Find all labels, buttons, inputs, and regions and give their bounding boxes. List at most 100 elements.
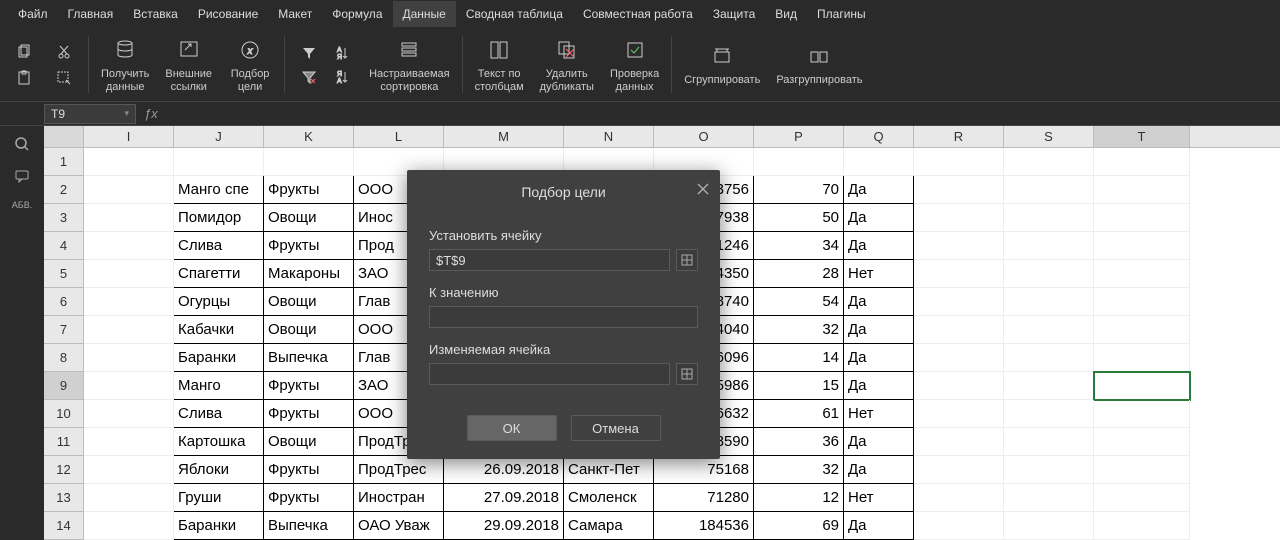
cell[interactable]: Яблоки xyxy=(174,456,264,484)
menu-данные[interactable]: Данные xyxy=(393,1,456,27)
cell[interactable] xyxy=(1004,288,1094,316)
goal-seek-button[interactable]: x Подбор цели xyxy=(220,28,280,101)
cell[interactable] xyxy=(914,148,1004,176)
filter-icon[interactable] xyxy=(295,43,323,63)
range-select-icon[interactable] xyxy=(676,363,698,385)
cell[interactable] xyxy=(264,148,354,176)
cell[interactable] xyxy=(914,512,1004,540)
cell[interactable]: Баранки xyxy=(174,344,264,372)
cell[interactable] xyxy=(754,148,844,176)
cell[interactable] xyxy=(84,512,174,540)
to-value-input[interactable] xyxy=(429,306,698,328)
cell[interactable]: 29.09.2018 xyxy=(444,512,564,540)
cell[interactable]: Слива xyxy=(174,232,264,260)
set-cell-input[interactable] xyxy=(429,249,670,271)
menu-совместная работа[interactable]: Совместная работа xyxy=(573,1,703,27)
column-header[interactable]: T xyxy=(1094,126,1190,147)
cell[interactable] xyxy=(1004,176,1094,204)
cell[interactable] xyxy=(84,232,174,260)
column-header[interactable]: K xyxy=(264,126,354,147)
cancel-button[interactable]: Отмена xyxy=(571,415,661,441)
cell[interactable] xyxy=(1094,372,1190,400)
row-header[interactable]: 6 xyxy=(44,288,84,316)
cell[interactable]: Да xyxy=(844,204,914,232)
cell[interactable]: Выпечка xyxy=(264,512,354,540)
row-header[interactable]: 14 xyxy=(44,512,84,540)
cell[interactable] xyxy=(84,484,174,512)
cell[interactable]: Овощи xyxy=(264,316,354,344)
range-select-icon[interactable] xyxy=(676,249,698,271)
changing-cell-input[interactable] xyxy=(429,363,670,385)
ok-button[interactable]: ОК xyxy=(467,415,557,441)
cell[interactable]: Фрукты xyxy=(264,232,354,260)
cell[interactable] xyxy=(84,288,174,316)
cell[interactable]: Фрукты xyxy=(264,372,354,400)
cell[interactable] xyxy=(84,400,174,428)
column-header[interactable]: L xyxy=(354,126,444,147)
cell[interactable]: Овощи xyxy=(264,428,354,456)
cell[interactable]: 36 xyxy=(754,428,844,456)
cell[interactable] xyxy=(1004,316,1094,344)
cell[interactable]: Манго xyxy=(174,372,264,400)
cell[interactable]: Спагетти xyxy=(174,260,264,288)
data-validation-button[interactable]: Проверка данных xyxy=(602,28,667,101)
cell[interactable] xyxy=(914,428,1004,456)
cell[interactable] xyxy=(1094,456,1190,484)
cell[interactable]: ОАО Уваж xyxy=(354,512,444,540)
cell[interactable] xyxy=(1094,428,1190,456)
spellcheck-icon[interactable]: АБВ. xyxy=(12,200,32,210)
cell[interactable] xyxy=(1004,428,1094,456)
cell[interactable]: 32 xyxy=(754,316,844,344)
menu-главная[interactable]: Главная xyxy=(58,1,124,27)
cell[interactable] xyxy=(1094,344,1190,372)
column-header[interactable]: I xyxy=(84,126,174,147)
cell[interactable]: 27.09.2018 xyxy=(444,484,564,512)
copy-icon[interactable] xyxy=(10,42,38,62)
cell[interactable] xyxy=(84,204,174,232)
column-header[interactable]: J xyxy=(174,126,264,147)
cell[interactable]: Да xyxy=(844,428,914,456)
cell[interactable]: ПродТрес xyxy=(354,456,444,484)
cell[interactable] xyxy=(84,372,174,400)
cell[interactable]: Да xyxy=(844,512,914,540)
row-header[interactable]: 12 xyxy=(44,456,84,484)
cell[interactable]: Да xyxy=(844,232,914,260)
paste-icon[interactable] xyxy=(10,68,38,88)
cell[interactable]: Картошка xyxy=(174,428,264,456)
cell[interactable]: Помидор xyxy=(174,204,264,232)
cell[interactable]: Смоленск xyxy=(564,484,654,512)
column-header[interactable]: Q xyxy=(844,126,914,147)
menu-сводная таблица[interactable]: Сводная таблица xyxy=(456,1,573,27)
cell[interactable] xyxy=(1094,232,1190,260)
cell[interactable]: Слива xyxy=(174,400,264,428)
row-header[interactable]: 9 xyxy=(44,372,84,400)
cell[interactable]: Нет xyxy=(844,484,914,512)
cell[interactable]: Макароны xyxy=(264,260,354,288)
cell[interactable] xyxy=(1004,456,1094,484)
cell[interactable] xyxy=(84,316,174,344)
cell[interactable] xyxy=(1094,148,1190,176)
cell[interactable]: 12 xyxy=(754,484,844,512)
row-header[interactable]: 2 xyxy=(44,176,84,204)
row-header[interactable]: 7 xyxy=(44,316,84,344)
clear-filter-icon[interactable] xyxy=(295,67,323,87)
column-header[interactable]: M xyxy=(444,126,564,147)
cell[interactable] xyxy=(1004,204,1094,232)
cell[interactable]: 184536 xyxy=(654,512,754,540)
select-all-corner[interactable] xyxy=(44,126,84,147)
column-header[interactable]: N xyxy=(564,126,654,147)
cell[interactable]: Манго спе xyxy=(174,176,264,204)
cell[interactable] xyxy=(914,176,1004,204)
menu-вставка[interactable]: Вставка xyxy=(123,1,188,27)
menu-плагины[interactable]: Плагины xyxy=(807,1,876,27)
row-header[interactable]: 8 xyxy=(44,344,84,372)
text-to-columns-button[interactable]: Текст по столбцам xyxy=(467,28,532,101)
cell[interactable]: Баранки xyxy=(174,512,264,540)
cell[interactable] xyxy=(914,316,1004,344)
cell[interactable]: Овощи xyxy=(264,288,354,316)
cell[interactable]: Нет xyxy=(844,400,914,428)
cell[interactable] xyxy=(1004,372,1094,400)
column-header[interactable]: O xyxy=(654,126,754,147)
cell[interactable]: 34 xyxy=(754,232,844,260)
group-button[interactable]: Сгруппировать xyxy=(676,28,768,101)
